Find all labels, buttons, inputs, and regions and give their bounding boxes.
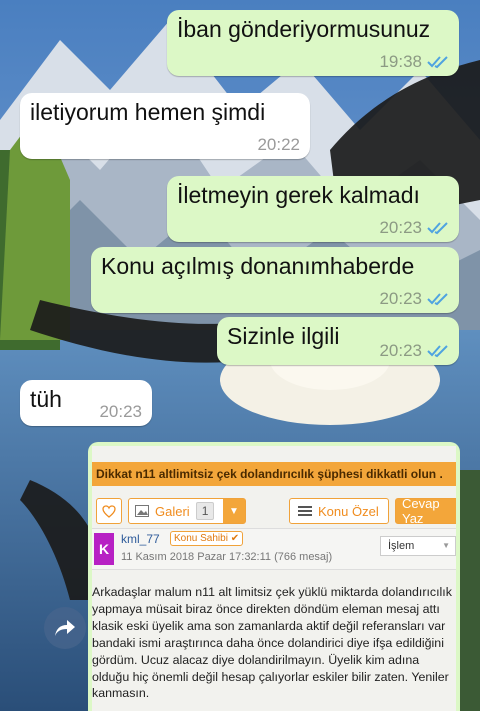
post-username: kml_77 <box>121 532 160 546</box>
message-text: Sizinle ilgili <box>227 323 340 349</box>
message-text: Konu açılmış donanımhaberde <box>101 253 415 279</box>
post-line: yapmaya müsait biraz önce direkten döndü… <box>92 601 440 616</box>
double-check-icon <box>427 222 448 235</box>
image-message-bubble[interactable]: Dikkat n11 altlimitsiz çek dolandırıcılı… <box>88 442 460 711</box>
chevron-down-icon: ▼ <box>442 541 450 550</box>
post-line: klasik eski üyelik ama son zamanlarda ak… <box>92 618 446 633</box>
heart-icon <box>102 504 116 518</box>
message-bubble-outgoing[interactable]: İban gönderiyormusunuz 19:38 <box>167 10 459 76</box>
message-time: 20:22 <box>257 135 300 154</box>
reply-button: Cevap Yaz <box>395 496 456 526</box>
message-time: 20:23 <box>379 218 422 237</box>
forum-screenshot-image: Dikkat n11 altlimitsiz çek dolandırıcılı… <box>92 446 456 711</box>
post-line: gördüm. Ucuz alacaz diye dolandirilmayın… <box>92 652 420 667</box>
gallery-button: Galeri 1 ▼ <box>128 498 246 524</box>
message-bubble-incoming[interactable]: tüh 20:23 <box>20 380 152 426</box>
like-button <box>96 498 122 524</box>
post-line: olduğu hiç önemli değil hesap çalıyorlar… <box>92 669 449 684</box>
post-line: bandaki ismi araştırınca daha önce dolan… <box>92 635 444 650</box>
post-date: 11 Kasım 2018 Pazar 17:32:11 (766 mesaj) <box>121 551 333 563</box>
message-bubble-outgoing[interactable]: Sizinle ilgili 20:23 <box>217 317 459 365</box>
owner-badge: Konu Sahibi ✔ <box>170 531 244 546</box>
post-body: Arkadaşlar malum n11 alt limitsiz çek yü… <box>92 584 454 702</box>
check-icon: ✔ <box>230 533 240 544</box>
message-bubble-outgoing[interactable]: Konu açılmış donanımhaberde 20:23 <box>91 247 459 313</box>
topic-title: Dikkat n11 altlimitsiz çek dolandırıcılı… <box>92 462 456 486</box>
private-label: Konu Özel <box>318 503 379 519</box>
message-time: 19:38 <box>379 52 422 71</box>
avatar: K <box>94 533 114 565</box>
post-line: Arkadaşlar malum n11 alt limitsiz çek yü… <box>92 585 452 599</box>
private-topic-button: Konu Özel <box>289 498 389 524</box>
message-bubble-incoming[interactable]: iletiyorum hemen şimdi 20:22 <box>20 93 310 159</box>
action-select: İşlem ▼ <box>380 536 456 556</box>
menu-icon <box>298 506 312 516</box>
reply-label: Cevap Yaz <box>402 496 440 526</box>
forward-icon <box>55 620 75 636</box>
post-line: kanmasın. <box>92 686 150 701</box>
gallery-count: 1 <box>195 502 215 520</box>
image-icon <box>135 505 149 517</box>
message-text: tüh <box>30 386 62 412</box>
double-check-icon <box>427 345 448 358</box>
message-time: 20:23 <box>379 341 422 360</box>
message-bubble-outgoing[interactable]: İletmeyin gerek kalmadı 20:23 <box>167 176 459 242</box>
double-check-icon <box>427 56 448 69</box>
post-header: K kml_77 Konu Sahibi ✔ 11 Kasım 2018 Paz… <box>92 528 456 570</box>
double-check-icon <box>427 293 448 306</box>
chevron-down-icon: ▼ <box>223 499 245 523</box>
forward-button[interactable] <box>44 607 86 649</box>
message-text: iletiyorum hemen şimdi <box>30 99 266 125</box>
message-time: 20:23 <box>99 402 142 421</box>
message-text: İban gönderiyormusunuz <box>177 16 431 42</box>
gallery-label: Galeri <box>155 503 190 519</box>
message-time: 20:23 <box>379 289 422 308</box>
message-text: İletmeyin gerek kalmadı <box>177 182 420 208</box>
